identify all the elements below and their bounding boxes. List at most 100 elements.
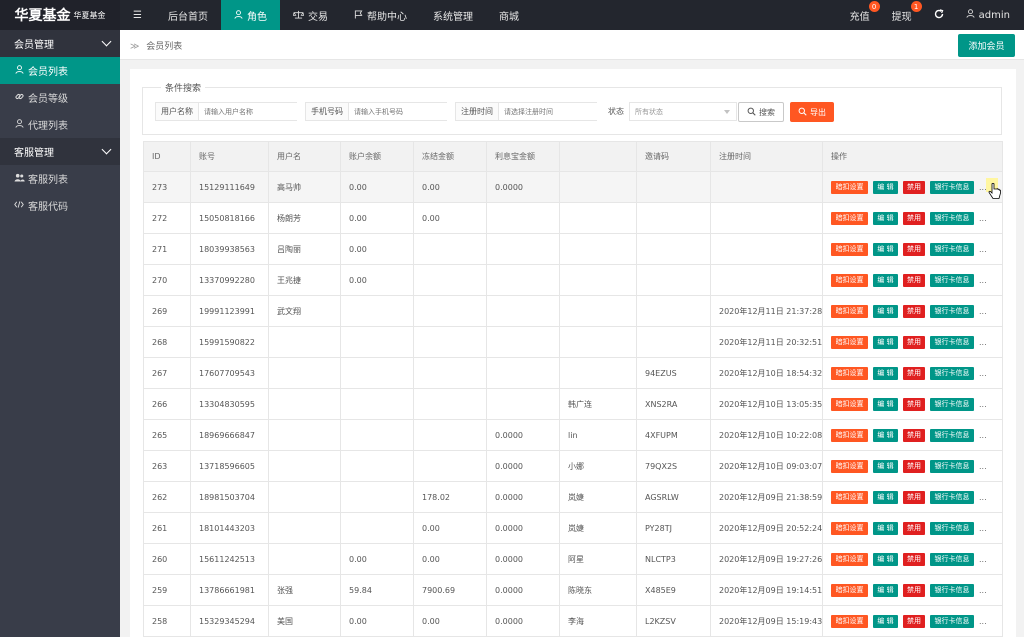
menu-toggle-button[interactable]: ☰ [120, 0, 155, 30]
recharge-link[interactable]: 充值 0 [839, 0, 881, 30]
edit-button[interactable]: 编 辑 [873, 583, 898, 597]
username-input[interactable] [199, 103, 299, 120]
bank-card-button[interactable]: 银行卡信息 [930, 614, 974, 628]
ban-button[interactable]: 禁用 [903, 366, 925, 380]
bank-card-button[interactable]: 银行卡信息 [930, 490, 974, 504]
bank-card-button[interactable]: 银行卡信息 [930, 428, 974, 442]
bank-card-button[interactable]: 银行卡信息 [930, 242, 974, 256]
ban-button[interactable]: 禁用 [903, 242, 925, 256]
nav-trade[interactable]: 交易 [280, 0, 341, 30]
bank-card-button[interactable]: 银行卡信息 [930, 335, 974, 349]
regtime-input[interactable] [499, 103, 599, 120]
edit-button[interactable]: 编 辑 [873, 211, 898, 225]
nav-mall[interactable]: 商城 [486, 0, 532, 30]
sidebar-group-service[interactable]: 客服管理 [0, 138, 120, 165]
edit-button[interactable]: 编 辑 [873, 273, 898, 287]
edit-button[interactable]: 编 辑 [873, 397, 898, 411]
refresh-button[interactable] [923, 0, 955, 30]
ban-button[interactable]: 禁用 [903, 490, 925, 504]
edit-button[interactable]: 编 辑 [873, 614, 898, 628]
edit-button[interactable]: 编 辑 [873, 335, 898, 349]
add-member-button[interactable]: 添加会员 [958, 34, 1015, 57]
hidden-deduct-button[interactable]: 暗扣设置 [831, 552, 868, 566]
ban-button[interactable]: 禁用 [903, 211, 925, 225]
nav-home[interactable]: 后台首页 [155, 0, 221, 30]
nav-role[interactable]: 角色 [220, 0, 280, 30]
ban-button[interactable]: 禁用 [903, 614, 925, 628]
more-button[interactable]: ... [979, 307, 987, 316]
bank-card-button[interactable]: 银行卡信息 [930, 304, 974, 318]
edit-button[interactable]: 编 辑 [873, 428, 898, 442]
edit-button[interactable]: 编 辑 [873, 242, 898, 256]
sidebar-group-member[interactable]: 会员管理 [0, 30, 120, 57]
ban-button[interactable]: 禁用 [903, 521, 925, 535]
more-button[interactable]: ... [979, 462, 987, 471]
hidden-deduct-button[interactable]: 暗扣设置 [831, 366, 868, 380]
hidden-deduct-button[interactable]: 暗扣设置 [831, 583, 868, 597]
phone-input[interactable] [349, 103, 449, 120]
edit-button[interactable]: 编 辑 [873, 490, 898, 504]
search-button[interactable]: 搜索 [738, 102, 784, 122]
more-button[interactable]: ... [979, 555, 987, 564]
hidden-deduct-button[interactable]: 暗扣设置 [831, 490, 868, 504]
nav-help[interactable]: 帮助中心 [341, 0, 420, 30]
edit-button[interactable]: 编 辑 [873, 180, 898, 194]
more-button[interactable]: ... [979, 586, 987, 595]
bank-card-button[interactable]: 银行卡信息 [930, 583, 974, 597]
ban-button[interactable]: 禁用 [903, 335, 925, 349]
logo[interactable]: 华夏基金 华夏基金 [0, 0, 120, 30]
hidden-deduct-button[interactable]: 暗扣设置 [831, 459, 868, 473]
hidden-deduct-button[interactable]: 暗扣设置 [831, 428, 868, 442]
ban-button[interactable]: 禁用 [903, 304, 925, 318]
more-button[interactable]: ... [979, 214, 987, 223]
bank-card-button[interactable]: 银行卡信息 [930, 521, 974, 535]
edit-button[interactable]: 编 辑 [873, 459, 898, 473]
more-button[interactable]: ... [979, 524, 987, 533]
sidebar-item-agent-list[interactable]: 代理列表 [0, 111, 120, 138]
ban-button[interactable]: 禁用 [903, 459, 925, 473]
bank-card-button[interactable]: 银行卡信息 [930, 180, 974, 194]
bank-card-button[interactable]: 银行卡信息 [930, 211, 974, 225]
hidden-deduct-button[interactable]: 暗扣设置 [831, 397, 868, 411]
hidden-deduct-button[interactable]: 暗扣设置 [831, 273, 868, 287]
ban-button[interactable]: 禁用 [903, 428, 925, 442]
ban-button[interactable]: 禁用 [903, 552, 925, 566]
more-button[interactable]: ... [979, 245, 987, 254]
hidden-deduct-button[interactable]: 暗扣设置 [831, 180, 868, 194]
withdraw-link[interactable]: 提现 1 [881, 0, 923, 30]
hidden-deduct-button[interactable]: 暗扣设置 [831, 211, 868, 225]
breadcrumb-current[interactable]: 会员列表 [146, 42, 182, 52]
more-button[interactable]: ... [979, 400, 987, 409]
status-select[interactable]: 所有状态 [629, 102, 737, 121]
export-button[interactable]: 导出 [790, 102, 834, 122]
more-button[interactable]: ... [979, 338, 987, 347]
edit-button[interactable]: 编 辑 [873, 521, 898, 535]
bank-card-button[interactable]: 银行卡信息 [930, 273, 974, 287]
more-button[interactable]: ... [979, 493, 987, 502]
bank-card-button[interactable]: 银行卡信息 [930, 366, 974, 380]
more-button[interactable]: ... [979, 617, 987, 626]
more-button[interactable]: ... [979, 369, 987, 378]
sidebar-item-service-list[interactable]: 客服列表 [0, 165, 120, 192]
nav-system[interactable]: 系统管理 [420, 0, 486, 30]
user-menu[interactable]: admin [955, 0, 1024, 30]
more-button[interactable]: ... [979, 431, 987, 440]
edit-button[interactable]: 编 辑 [873, 366, 898, 380]
sidebar-item-member-level[interactable]: 会员等级 [0, 84, 120, 111]
bank-card-button[interactable]: 银行卡信息 [930, 459, 974, 473]
bank-card-button[interactable]: 银行卡信息 [930, 552, 974, 566]
ban-button[interactable]: 禁用 [903, 397, 925, 411]
ban-button[interactable]: 禁用 [903, 583, 925, 597]
ban-button[interactable]: 禁用 [903, 180, 925, 194]
hidden-deduct-button[interactable]: 暗扣设置 [831, 242, 868, 256]
sidebar-item-member-list[interactable]: 会员列表 [0, 57, 120, 84]
edit-button[interactable]: 编 辑 [873, 304, 898, 318]
hidden-deduct-button[interactable]: 暗扣设置 [831, 335, 868, 349]
more-button[interactable]: ... [979, 276, 987, 285]
hidden-deduct-button[interactable]: 暗扣设置 [831, 521, 868, 535]
hidden-deduct-button[interactable]: 暗扣设置 [831, 614, 868, 628]
edit-button[interactable]: 编 辑 [873, 552, 898, 566]
ban-button[interactable]: 禁用 [903, 273, 925, 287]
hidden-deduct-button[interactable]: 暗扣设置 [831, 304, 868, 318]
sidebar-item-service-code[interactable]: 客服代码 [0, 192, 120, 219]
